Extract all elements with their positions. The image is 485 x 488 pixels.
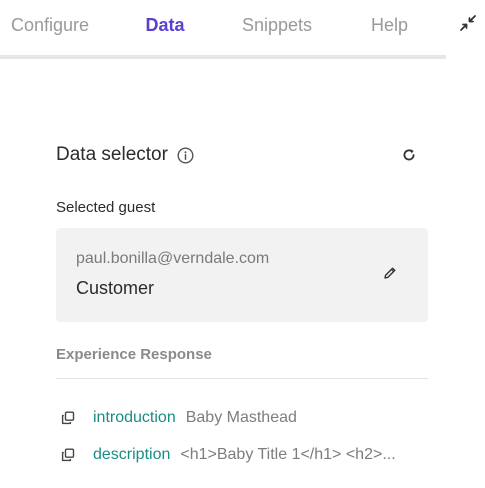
collapse-arrows-icon[interactable] bbox=[456, 11, 480, 35]
response-value: Baby Masthead bbox=[185, 409, 297, 426]
tab-bar-track bbox=[0, 55, 446, 59]
guest-type: Customer bbox=[76, 278, 155, 298]
experience-response-title: Experience Response bbox=[56, 346, 212, 363]
response-key[interactable]: description bbox=[93, 446, 170, 464]
divider bbox=[56, 378, 428, 379]
response-key[interactable]: introduction bbox=[93, 409, 176, 427]
guest-email: paul.bonilla@verndale.com bbox=[76, 250, 270, 267]
tab-snippets[interactable]: Snippets bbox=[221, 0, 333, 59]
copy-icon[interactable] bbox=[60, 410, 76, 426]
refresh-icon[interactable] bbox=[400, 146, 418, 164]
selected-guest-card: paul.bonilla@verndale.com Customer bbox=[56, 228, 428, 322]
data-selector-title: Data selector bbox=[56, 144, 168, 165]
tab-bar: Configure Data Snippets Help bbox=[0, 0, 446, 59]
pencil-icon[interactable] bbox=[381, 264, 399, 282]
tab-data[interactable]: Data bbox=[109, 0, 221, 59]
data-selector-header: Data selector bbox=[56, 141, 194, 169]
tab-help[interactable]: Help bbox=[333, 0, 446, 59]
info-icon[interactable] bbox=[177, 146, 194, 164]
response-value: <h1>Baby Title 1</h1> <h2>... bbox=[180, 446, 396, 463]
tab-configure[interactable]: Configure bbox=[0, 0, 109, 59]
copy-icon[interactable] bbox=[60, 447, 76, 463]
selected-guest-label: Selected guest bbox=[56, 199, 156, 216]
response-item: introduction Baby Masthead bbox=[60, 407, 432, 429]
response-item: description <h1>Baby Title 1</h1> <h2>..… bbox=[60, 444, 432, 466]
